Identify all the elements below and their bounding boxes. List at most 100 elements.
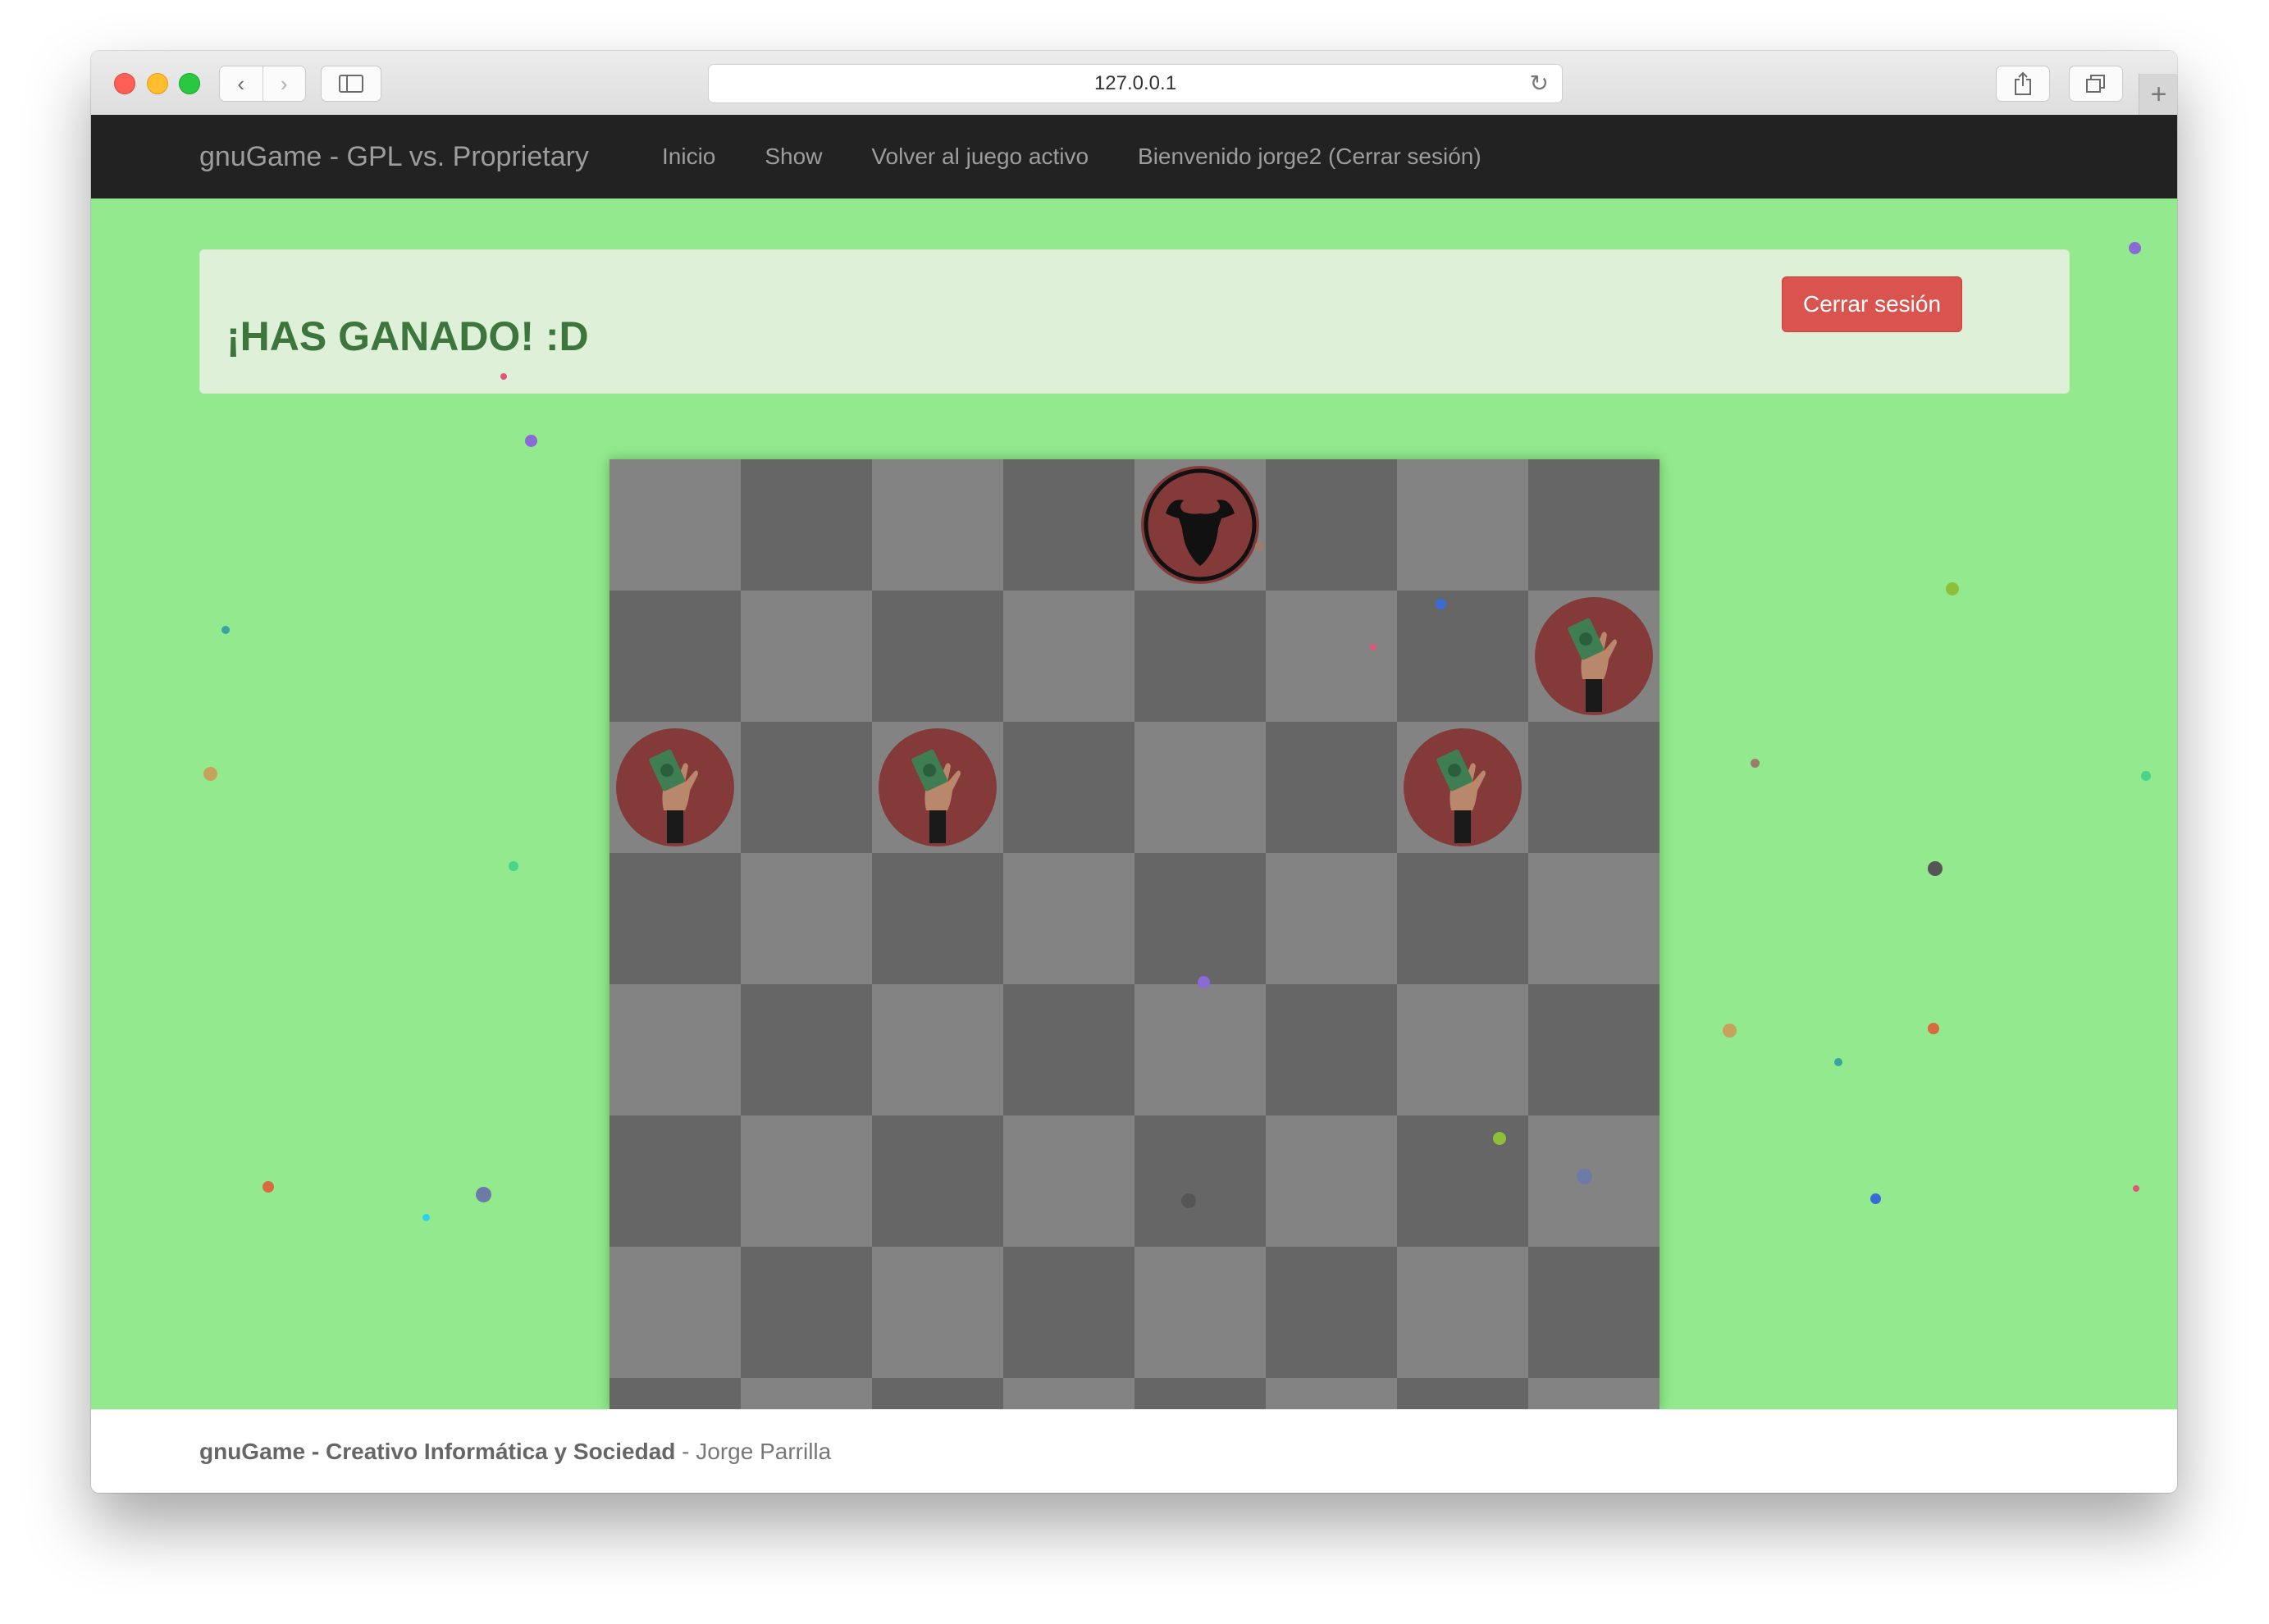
board-square[interactable] — [1003, 459, 1134, 591]
board-square[interactable] — [609, 1247, 741, 1378]
board-square[interactable] — [1134, 1378, 1266, 1409]
new-tab-button[interactable]: + — [2139, 74, 2177, 115]
reload-icon[interactable]: ↻ — [1530, 65, 1549, 103]
nav-link-active-game[interactable]: Volver al juego activo — [871, 115, 1089, 198]
board-square[interactable] — [609, 853, 741, 984]
nav-link-user-logout[interactable]: Bienvenido jorge2 (Cerrar sesión) — [1138, 115, 1481, 198]
board-square[interactable] — [1528, 1115, 1660, 1247]
board-square[interactable] — [1266, 591, 1397, 722]
confetti-dot — [1181, 1193, 1196, 1208]
forward-arrow-icon[interactable]: › — [263, 66, 306, 101]
board-square[interactable] — [741, 591, 872, 722]
board-square[interactable] — [1528, 1247, 1660, 1378]
board-square[interactable] — [1528, 853, 1660, 984]
confetti-dot — [1723, 1024, 1737, 1038]
board-square[interactable] — [1134, 591, 1266, 722]
board-square[interactable] — [1134, 722, 1266, 853]
sidebar-icon — [339, 75, 363, 93]
board-square[interactable] — [1003, 1378, 1134, 1409]
board-square[interactable] — [872, 591, 1003, 722]
board-square[interactable] — [872, 459, 1003, 591]
money-hand-piece-icon[interactable] — [879, 728, 997, 846]
board-square[interactable] — [872, 1115, 1003, 1247]
board-square[interactable] — [609, 1115, 741, 1247]
footer-project: gnuGame - Creativo Informática y Socieda… — [199, 1439, 676, 1464]
nav-link-inicio[interactable]: Inicio — [662, 115, 715, 198]
money-hand-piece-icon[interactable] — [1535, 597, 1653, 715]
board-square[interactable] — [741, 722, 872, 853]
show-tabs-button[interactable] — [2069, 66, 2123, 102]
board-square[interactable] — [1003, 722, 1134, 853]
close-window-button[interactable] — [114, 73, 135, 94]
board-square[interactable] — [1134, 459, 1266, 591]
board-square[interactable] — [1397, 1378, 1528, 1409]
history-nav: ‹ › — [219, 66, 306, 102]
board-square[interactable] — [1397, 591, 1528, 722]
zoom-window-button[interactable] — [179, 73, 200, 94]
confetti-dot — [1834, 1058, 1842, 1066]
logout-button[interactable]: Cerrar sesión — [1782, 276, 1962, 332]
board-square[interactable] — [1528, 591, 1660, 722]
sidebar-toggle-button[interactable] — [321, 66, 381, 102]
board-square[interactable] — [1528, 1378, 1660, 1409]
board-square[interactable] — [1003, 984, 1134, 1115]
board-square[interactable] — [1397, 1115, 1528, 1247]
board-square[interactable] — [872, 1378, 1003, 1409]
board-square[interactable] — [741, 1115, 872, 1247]
board-square[interactable] — [872, 853, 1003, 984]
board-square[interactable] — [872, 1247, 1003, 1378]
board-square[interactable] — [609, 984, 741, 1115]
board-square[interactable] — [1134, 1115, 1266, 1247]
board-square[interactable] — [1003, 853, 1134, 984]
board-square[interactable] — [609, 459, 741, 591]
board-square[interactable] — [1397, 459, 1528, 591]
back-arrow-icon[interactable]: ‹ — [220, 66, 263, 101]
board-square[interactable] — [1528, 722, 1660, 853]
address-bar[interactable]: 127.0.0.1 ↻ — [708, 64, 1563, 103]
confetti-dot — [2129, 242, 2141, 254]
share-button[interactable] — [1996, 66, 2050, 102]
board-square[interactable] — [741, 459, 872, 591]
board-square[interactable] — [1134, 984, 1266, 1115]
board-square[interactable] — [1266, 1247, 1397, 1378]
board-square[interactable] — [1266, 1378, 1397, 1409]
board-square[interactable] — [1266, 722, 1397, 853]
confetti-dot — [1493, 1132, 1506, 1145]
board-square[interactable] — [872, 722, 1003, 853]
board-square[interactable] — [609, 1378, 741, 1409]
board-square[interactable] — [1134, 1247, 1266, 1378]
board-square[interactable] — [609, 722, 741, 853]
board-square[interactable] — [1266, 984, 1397, 1115]
navbar-brand[interactable]: gnuGame - GPL vs. Proprietary — [199, 115, 589, 198]
confetti-dot — [476, 1187, 491, 1202]
board-square[interactable] — [741, 853, 872, 984]
board-square[interactable] — [1397, 984, 1528, 1115]
board-square[interactable] — [1266, 459, 1397, 591]
board-square[interactable] — [1528, 984, 1660, 1115]
minimize-window-button[interactable] — [147, 73, 168, 94]
board-square[interactable] — [741, 984, 872, 1115]
board-square[interactable] — [1397, 853, 1528, 984]
confetti-dot — [1928, 1023, 1939, 1034]
board-square[interactable] — [1266, 853, 1397, 984]
board-square[interactable] — [1003, 1115, 1134, 1247]
confetti-dot — [2141, 771, 2151, 781]
board-square[interactable] — [1528, 459, 1660, 591]
money-hand-piece-icon[interactable] — [1404, 728, 1522, 846]
gnu-piece-icon[interactable] — [1141, 466, 1259, 584]
board-square[interactable] — [1266, 1115, 1397, 1247]
money-hand-piece-icon[interactable] — [616, 728, 734, 846]
confetti-dot — [1577, 1169, 1592, 1184]
game-board — [609, 459, 1660, 1409]
board-square[interactable] — [1003, 591, 1134, 722]
board-square[interactable] — [609, 591, 741, 722]
board-square[interactable] — [872, 984, 1003, 1115]
board-square[interactable] — [1134, 853, 1266, 984]
board-square[interactable] — [741, 1378, 872, 1409]
nav-link-show[interactable]: Show — [765, 115, 822, 198]
board-square[interactable] — [741, 1247, 872, 1378]
board-square[interactable] — [1397, 1247, 1528, 1378]
board-square[interactable] — [1397, 722, 1528, 853]
confetti-dot — [422, 1214, 430, 1221]
board-square[interactable] — [1003, 1247, 1134, 1378]
